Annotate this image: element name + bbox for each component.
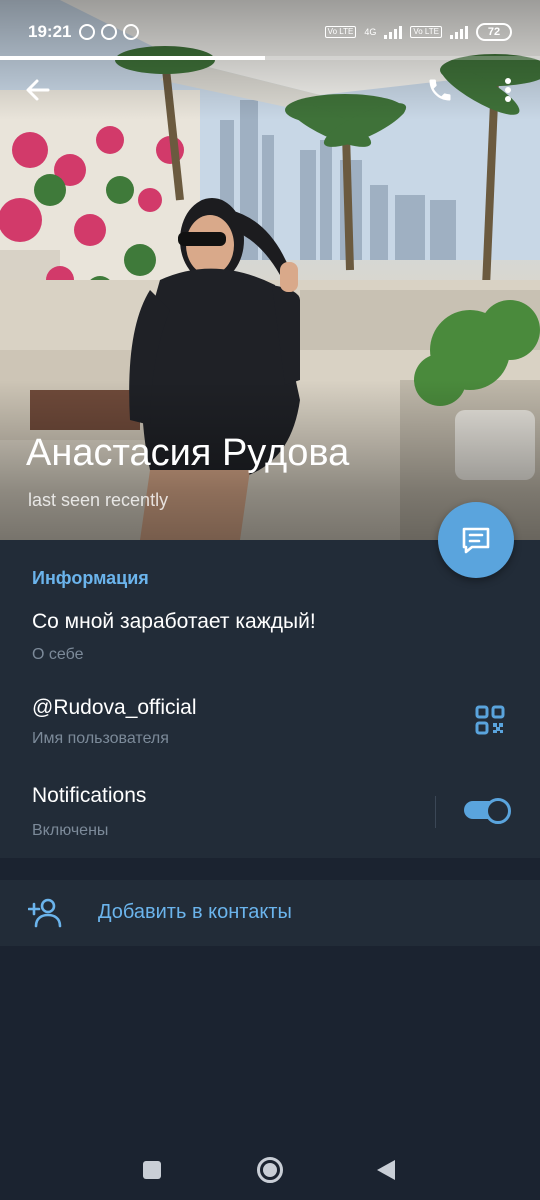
back-button[interactable]	[18, 70, 58, 110]
toggle-divider	[435, 796, 436, 828]
notifications-state: Включены	[32, 822, 109, 839]
pinterest-icon	[101, 24, 118, 40]
message-icon	[462, 527, 490, 554]
phone-icon	[429, 79, 451, 101]
pinterest-icon-2	[123, 24, 140, 40]
call-button[interactable]	[420, 70, 460, 110]
notifications-toggle[interactable]	[464, 798, 512, 824]
home-button[interactable]	[254, 1154, 286, 1186]
story-progress-fill	[0, 56, 265, 60]
bio-label: О себе	[32, 646, 84, 663]
profile-name: Анастасия Рудова	[26, 432, 350, 474]
square-icon	[143, 1161, 161, 1179]
username-text[interactable]: @Rudova_official	[32, 696, 197, 720]
qr-code-icon[interactable]	[474, 704, 506, 736]
signal-icon	[384, 25, 403, 39]
add-contact-row[interactable]: Добавить в контакты	[0, 880, 540, 946]
add-user-icon	[28, 898, 62, 928]
story-progress-bar	[0, 56, 540, 60]
more-vertical-icon	[505, 78, 511, 102]
network-type: 4G	[364, 27, 377, 37]
alarm-icon	[79, 24, 96, 40]
status-left-icons	[79, 24, 140, 40]
signal-icon-2	[450, 25, 468, 39]
toggle-knob	[485, 798, 511, 824]
add-contact-label: Добавить в контакты	[98, 901, 292, 923]
profile-screen: 19:21 Vo LTE 4G Vo LTE 72 Анастасия Рудо…	[0, 0, 540, 1200]
status-time: 19:21	[28, 22, 72, 41]
back-nav-button[interactable]	[370, 1154, 402, 1186]
username-label: Имя пользователя	[32, 730, 169, 747]
message-button[interactable]	[438, 502, 514, 578]
profile-last-seen: last seen recently	[28, 490, 169, 510]
battery-icon: 72	[476, 23, 512, 41]
triangle-back-icon	[377, 1160, 395, 1180]
volte-icon-2: Vo LTE	[410, 26, 442, 38]
status-bar: 19:21 Vo LTE 4G Vo LTE 72	[0, 0, 540, 64]
info-card: Информация Со мной заработает каждый! О …	[0, 540, 540, 858]
recents-button[interactable]	[136, 1154, 168, 1186]
info-section-title: Информация	[32, 568, 149, 588]
status-right-icons: Vo LTE 4G Vo LTE 72	[324, 23, 512, 41]
system-nav-bar	[0, 1140, 540, 1196]
volte-icon: Vo LTE	[324, 26, 357, 38]
notifications-title: Notifications	[32, 784, 147, 807]
arrow-left-icon	[26, 79, 50, 101]
more-options-button[interactable]	[488, 70, 528, 110]
bio-text[interactable]: Со мной заработает каждый!	[32, 610, 316, 634]
circle-icon	[257, 1157, 283, 1183]
